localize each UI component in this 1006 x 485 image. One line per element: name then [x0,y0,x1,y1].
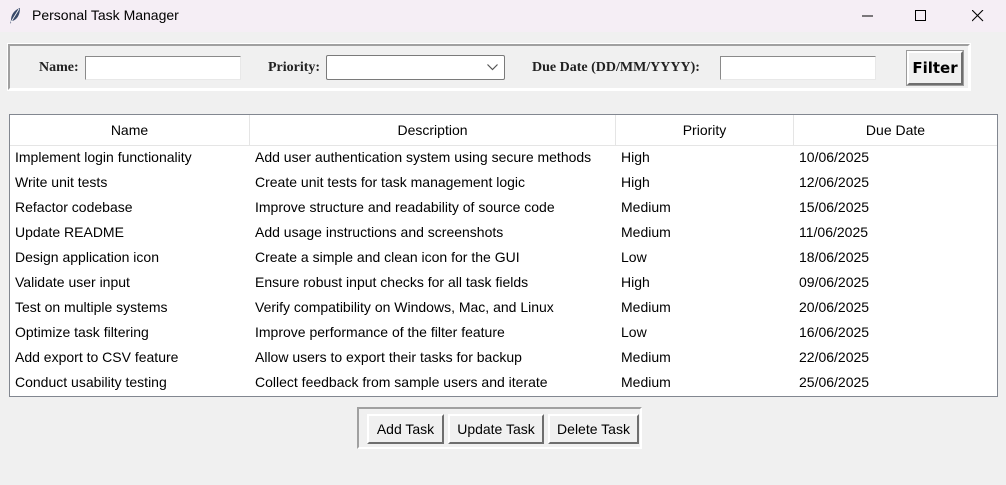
priority-label: Priority: [268,60,321,75]
name-filter-input[interactable] [85,56,241,80]
cell-name: Implement login functionality [15,149,192,165]
column-header-due-date[interactable]: Due Date [794,115,997,145]
title-bar: Personal Task Manager [0,0,1006,32]
minimize-icon [862,15,873,17]
cell-due-date: 11/06/2025 [799,224,869,240]
cell-name: Write unit tests [15,174,108,190]
table-row[interactable]: Test on multiple systems Verify compatibi… [10,295,997,320]
cell-description: Create unit tests for task management lo… [255,174,526,190]
cell-description: Collect feedback from sample users and i… [255,374,548,390]
cell-name: Refactor codebase [15,199,133,215]
cell-name: Optimize task filtering [15,324,149,340]
column-header-description[interactable]: Description [250,115,616,145]
cell-name: Add export to CSV feature [15,349,179,365]
cell-description: Ensure robust input checks for all task … [255,274,529,290]
cell-name: Design application icon [15,249,159,265]
add-task-button[interactable]: Add Task [367,414,444,444]
cell-priority: Medium [621,349,671,365]
table-row[interactable]: Design application icon Create a simple a… [10,245,997,270]
due-date-label: Due Date (DD/MM/YYYY): [532,60,700,75]
cell-due-date: 12/06/2025 [799,174,870,190]
cell-name: Conduct usability testing [15,374,167,390]
cell-priority: Low [621,324,647,340]
name-label: Name: [39,60,79,75]
minimize-button[interactable] [845,0,891,32]
task-table[interactable]: Name Description Priority Due Date Imple… [9,114,998,397]
cell-description: Improve structure and readability of sou… [255,199,555,215]
cell-description: Create a simple and clean icon for the G… [255,249,520,265]
column-header-name[interactable]: Name [10,115,250,145]
filter-panel: Name: Priority: Due Date (DD/MM/YYYY): F… [7,43,971,91]
cell-due-date: 20/06/2025 [799,299,870,315]
cell-due-date: 15/06/2025 [799,199,870,215]
cell-due-date: 18/06/2025 [799,249,870,265]
action-buttons-panel: Add Task Update Task Delete Task [357,407,642,449]
cell-description: Add usage instructions and screenshots [255,224,504,240]
update-task-button[interactable]: Update Task [448,414,544,444]
cell-priority: High [621,149,650,165]
feather-icon [8,7,22,25]
table-row[interactable]: Add export to CSV feature Allow users to … [10,345,997,370]
cell-priority: Medium [621,374,671,390]
table-header: Name Description Priority Due Date [10,115,997,146]
cell-priority: High [621,174,650,190]
cell-due-date: 25/06/2025 [799,374,870,390]
cell-name: Update README [15,224,124,240]
table-row[interactable]: Refactor codebase Improve structure and r… [10,195,997,220]
table-row[interactable]: Implement login functionality Add user au… [10,145,997,170]
table-row[interactable]: Optimize task filtering Improve performan… [10,320,997,345]
table-row[interactable]: Validate user input Ensure robust input c… [10,270,997,295]
table-row[interactable]: Write unit tests Create unit tests for ta… [10,170,997,195]
cell-due-date: 10/06/2025 [799,149,870,165]
maximize-button[interactable] [898,0,944,32]
maximize-icon [915,10,926,21]
cell-due-date: 09/06/2025 [799,274,870,290]
table-row[interactable]: Conduct usability testing Collect feedbac… [10,370,997,395]
cell-name: Validate user input [15,274,130,290]
close-icon [972,10,984,22]
cell-description: Allow users to export their tasks for ba… [255,349,522,365]
window-title: Personal Task Manager [32,7,179,23]
cell-due-date: 16/06/2025 [799,324,870,340]
filter-button[interactable]: Filter [906,50,964,86]
cell-priority: Medium [621,199,671,215]
cell-priority: Medium [621,224,671,240]
column-header-priority[interactable]: Priority [616,115,794,145]
table-row[interactable]: Update README Add usage instructions and … [10,220,997,245]
cell-priority: Low [621,249,647,265]
due-date-filter-input[interactable] [720,56,876,80]
cell-description: Improve performance of the filter featur… [255,324,505,340]
chevron-down-icon [487,64,498,71]
cell-priority: High [621,274,650,290]
close-button[interactable] [955,0,1001,32]
cell-description: Add user authentication system using sec… [255,149,592,165]
cell-name: Test on multiple systems [15,299,168,315]
cell-due-date: 22/06/2025 [799,349,870,365]
cell-priority: Medium [621,299,671,315]
cell-description: Verify compatibility on Windows, Mac, an… [255,299,554,315]
priority-select[interactable] [326,55,505,80]
delete-task-button[interactable]: Delete Task [548,414,639,444]
